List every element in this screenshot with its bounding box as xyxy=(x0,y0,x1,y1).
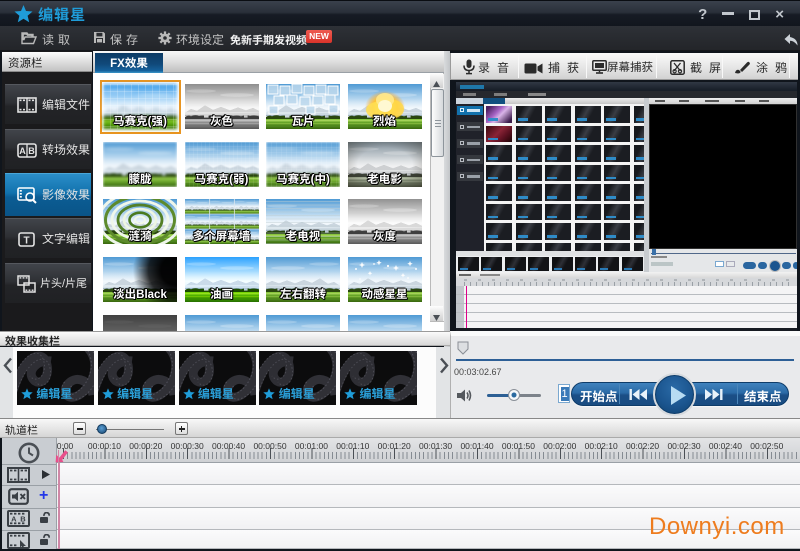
svg-text:B: B xyxy=(28,146,35,156)
svg-text:B: B xyxy=(20,514,26,523)
svg-text:A: A xyxy=(11,514,17,523)
svg-text:T: T xyxy=(23,236,29,247)
svg-text:A: A xyxy=(19,146,26,156)
